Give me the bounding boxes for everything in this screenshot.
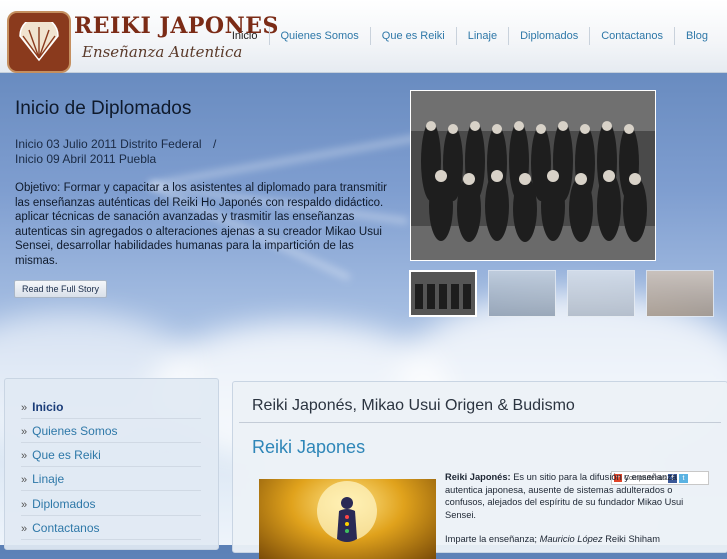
hero-date-2: Inicio 09 Abril 2011 Puebla xyxy=(15,152,157,166)
sidebar-item-que-es-reiki[interactable]: » Que es Reiki xyxy=(21,448,201,467)
instructor-suffix: Reiki Shiham xyxy=(602,534,660,544)
content-title: Reiki Japonés, Mikao Usui Origen & Budis… xyxy=(252,397,575,414)
sidebar-item-contactanos[interactable]: » Contactanos xyxy=(21,521,201,540)
bullet-icon: » xyxy=(21,450,28,462)
bullet-icon: » xyxy=(21,474,28,486)
bullet-icon: » xyxy=(21,523,28,535)
hero-photo[interactable] xyxy=(410,90,656,261)
bullet-icon: » xyxy=(21,402,28,414)
sidebar-item-linaje[interactable]: » Linaje xyxy=(21,472,201,491)
bullet-icon: » xyxy=(21,499,28,511)
sidebar-menu: » Inicio » Quienes Somos » Que es Reiki » Li… xyxy=(4,378,219,550)
nav-blog[interactable]: Blog xyxy=(673,27,719,45)
content-heading[interactable]: Reiki Japones xyxy=(252,437,365,458)
main-content: Reiki Japonés, Mikao Usui Origen & Budis… xyxy=(232,381,727,559)
instructor-name: Mauricio López xyxy=(539,534,603,544)
thumbnail-1[interactable] xyxy=(409,270,477,317)
nav-diplomados[interactable]: Diplomados xyxy=(508,27,589,45)
logo-subtitle: Enseñanza Autentica xyxy=(82,43,243,61)
divider xyxy=(239,422,721,423)
nav-contactanos[interactable]: Contactanos xyxy=(589,27,674,45)
hero-date-separator: / xyxy=(213,137,217,151)
photo-thumbnails xyxy=(409,270,714,317)
meditation-image xyxy=(259,479,436,559)
hero-title: Inicio de Diplomados xyxy=(15,98,192,119)
hero-date-1: Inicio 03 Julio 2011 Distrito Federal xyxy=(15,137,202,151)
hero-dates: Inicio 03 Julio 2011 Distrito Federal / … xyxy=(15,137,216,167)
nav-linaje[interactable]: Linaje xyxy=(455,27,508,45)
thumbnail-4[interactable] xyxy=(646,270,714,317)
sidebar-item-inicio[interactable]: » Inicio xyxy=(21,400,201,419)
bullet-icon: » xyxy=(21,426,28,438)
nav-quienes-somos[interactable]: Quienes Somos xyxy=(268,27,370,45)
read-full-story-button[interactable]: Read the Full Story xyxy=(14,280,108,298)
logo-icon[interactable] xyxy=(7,11,71,73)
content-lead: Reiki Japonés: xyxy=(445,472,511,482)
sidebar-item-diplomados[interactable]: » Diplomados xyxy=(21,497,201,516)
thumbnail-3[interactable] xyxy=(567,270,635,317)
instructor-prefix: Imparte la enseñanza; xyxy=(445,534,540,544)
thumbnail-2[interactable] xyxy=(488,270,556,317)
nav-que-es-reiki[interactable]: Que es Reiki xyxy=(369,27,456,45)
hero-description: Objetivo: Formar y capacitar a los asist… xyxy=(15,182,387,267)
site-header: REIKI JAPONES Enseñanza Autentica Inicio… xyxy=(0,0,727,73)
main-nav: Inicio Quienes Somos Que es Reiki Linaje… xyxy=(221,27,719,45)
nav-inicio[interactable]: Inicio xyxy=(221,27,269,45)
instructor-line: Imparte la enseñanza; Mauricio López Rei… xyxy=(445,534,660,544)
content-text: Reiki Japonés: Es un sitio para la difus… xyxy=(445,471,713,521)
sidebar-item-quienes-somos[interactable]: » Quienes Somos xyxy=(21,424,201,443)
